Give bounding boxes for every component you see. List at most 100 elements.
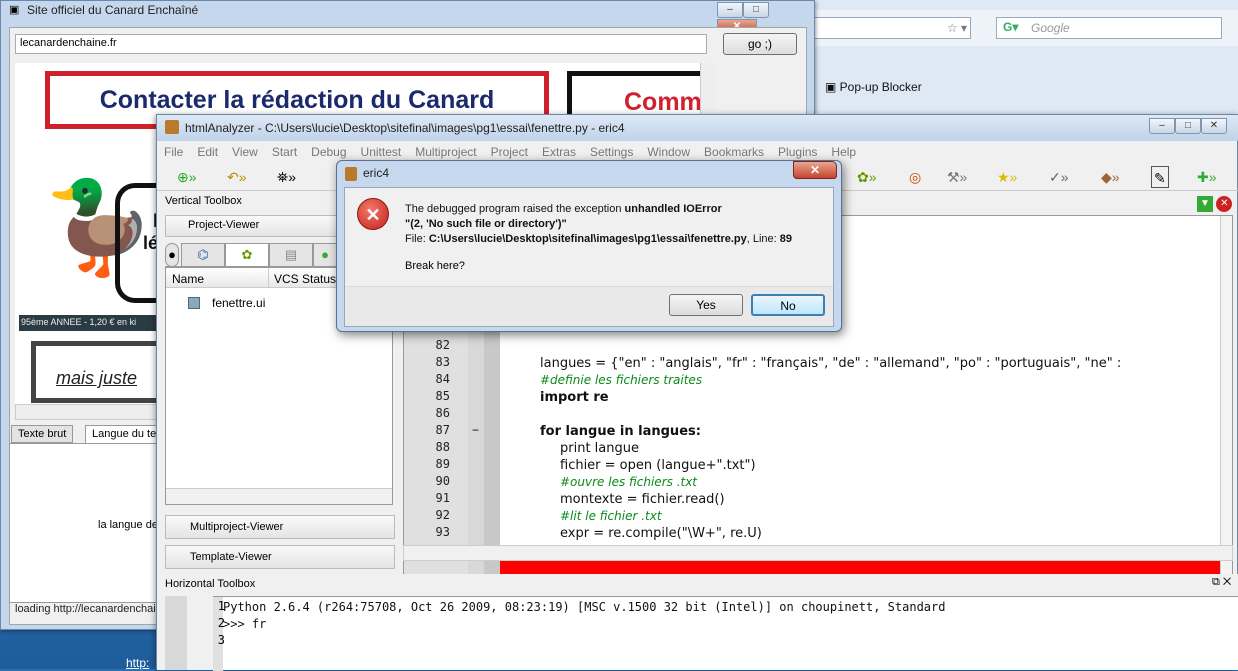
tree-item-fenettre[interactable]: fenettre.ui: [212, 296, 265, 310]
browser-address-bar[interactable]: ☆ ▾: [811, 17, 971, 39]
dropdown-icon[interactable]: ▼: [1197, 196, 1213, 212]
code-line-83: langues = {"en" : "anglais", "fr" : "fra…: [540, 356, 1122, 371]
line-number-value: 89: [779, 233, 793, 245]
dialog-close-button[interactable]: ✕: [793, 161, 837, 179]
file-path: C:\Users\lucie\Desktop\sitefinal\images\…: [428, 233, 747, 245]
popup-blocker-label: Pop-up Blocker: [839, 80, 922, 94]
menu-debug[interactable]: Debug: [304, 143, 353, 161]
column-vcs-status[interactable]: VCS Status: [274, 272, 336, 286]
dialog-title: eric4: [363, 166, 390, 180]
exception-name: unhandled IOError: [624, 203, 722, 215]
line-number: 87: [435, 423, 450, 437]
plugin-icon[interactable]: ◆»: [1101, 166, 1120, 188]
page-horizontal-scrollbar[interactable]: [15, 404, 163, 420]
sources-dot-icon[interactable]: ●: [165, 243, 179, 267]
language-text: la langue de: [98, 519, 158, 531]
line-number: 82: [435, 338, 450, 352]
no-button[interactable]: No: [751, 294, 825, 316]
mais-juste-box: mais juste: [31, 341, 161, 403]
tab-langue[interactable]: Langue du te: [85, 425, 164, 443]
menu-unittest[interactable]: Unittest: [354, 143, 409, 161]
eric-app-icon: [165, 120, 179, 134]
error-icon: ✕: [357, 198, 389, 230]
horizontal-toolbox-label: Horizontal Toolbox: [165, 578, 256, 590]
pencil-icon[interactable]: ✎: [1151, 166, 1169, 188]
popup-icon: ▣: [825, 80, 840, 94]
python-shell[interactable]: 1 2 3 Python 2.6.4 (r264:75708, Oct 26 2…: [213, 596, 1238, 671]
code-line-84: #definie les fichiers traites: [540, 373, 703, 387]
go-button[interactable]: go ;): [723, 33, 797, 55]
code-line-88: print langue: [560, 441, 639, 456]
tab-texte-brut[interactable]: Texte brut: [11, 425, 74, 443]
minimize-button[interactable]: –: [717, 2, 743, 18]
background-browser-window: ☆ ▾ G▾ Google ▣ Pop-up Blocker: [780, 0, 1238, 130]
column-separator: [268, 268, 269, 288]
eric-close-button[interactable]: ✕: [1201, 118, 1227, 134]
break-question: Break here?: [405, 260, 465, 272]
close-tab-icon[interactable]: ✕: [1216, 196, 1233, 212]
debug-icon[interactable]: ✿»: [857, 166, 877, 188]
menu-start[interactable]: Start: [265, 143, 304, 161]
line-number: 89: [435, 457, 450, 471]
star-bookmark-icon[interactable]: ★»: [997, 166, 1017, 188]
menu-bookmarks[interactable]: Bookmarks: [697, 143, 771, 161]
spellcheck-icon[interactable]: ✓»: [1049, 166, 1069, 188]
menu-plugins[interactable]: Plugins: [771, 143, 824, 161]
popup-blocker-item[interactable]: ▣ Pop-up Blocker: [825, 80, 922, 94]
yes-button[interactable]: Yes: [669, 294, 743, 316]
puzzle-icon[interactable]: ✚»: [1197, 166, 1217, 188]
resources-tab[interactable]: ▤: [269, 243, 313, 267]
shell-line-number: 1: [217, 599, 225, 613]
menu-edit[interactable]: Edit: [190, 143, 225, 161]
multiproject-viewer-header[interactable]: Multiproject-Viewer: [165, 515, 395, 539]
binoculars-icon[interactable]: ⛯»: [277, 166, 296, 188]
wrench-icon[interactable]: ⚒»: [947, 166, 967, 188]
code-line-87: for langue in langues:: [540, 424, 701, 439]
tree-horizontal-scrollbar[interactable]: [166, 488, 392, 504]
code-line-90: #ouvre les fichiers .txt: [560, 475, 698, 489]
line-number: 86: [435, 406, 450, 420]
undo-icon[interactable]: ↶»: [227, 166, 247, 188]
status-bar: loading http://lecanardenchaii: [15, 603, 159, 615]
menu-extras[interactable]: Extras: [535, 143, 583, 161]
eric-maximize-button[interactable]: □: [1175, 118, 1201, 134]
forms-tab[interactable]: ✿: [225, 243, 269, 267]
shell-banner: Python 2.6.4 (r264:75708, Oct 26 2009, 0…: [223, 600, 946, 614]
python-tab[interactable]: ⌬: [181, 243, 225, 267]
undock-icon[interactable]: ⧉ ✕: [1212, 576, 1231, 589]
star-icon[interactable]: ☆ ▾: [947, 21, 967, 35]
code-line-85: import re: [540, 390, 609, 405]
menu-multiproject[interactable]: Multiproject: [408, 143, 483, 161]
eric-minimize-button[interactable]: –: [1149, 118, 1175, 134]
menu-window[interactable]: Window: [640, 143, 697, 161]
mais-juste-link[interactable]: mais juste: [56, 368, 137, 389]
menu-settings[interactable]: Settings: [583, 143, 640, 161]
translations-tab[interactable]: ●: [313, 243, 337, 267]
horizontal-toolbox: Horizontal Toolbox ⧉ ✕ 1 2 3 Python 2.6.…: [157, 574, 1238, 671]
column-name[interactable]: Name: [172, 272, 204, 286]
line-number: 90: [435, 474, 450, 488]
maximize-button[interactable]: □: [743, 2, 769, 18]
line-number: 93: [435, 525, 450, 539]
template-viewer-header[interactable]: Template-Viewer: [165, 545, 395, 569]
code-line-92: #lit le fichier .txt: [560, 509, 662, 523]
message-prefix: The debugged program raised the exceptio…: [405, 203, 625, 215]
menu-file[interactable]: File: [157, 143, 190, 161]
url-input[interactable]: lecanardenchaine.fr: [15, 34, 707, 54]
line-prefix: , Line:: [746, 233, 780, 245]
fold-marker[interactable]: −: [472, 423, 479, 437]
eric-caption-buttons: – □ ✕: [1149, 117, 1227, 134]
window-title: Site officiel du Canard Enchaîné: [27, 3, 199, 17]
taskbar-link[interactable]: http:: [126, 656, 149, 670]
menu-help[interactable]: Help: [824, 143, 863, 161]
menu-view[interactable]: View: [225, 143, 265, 161]
code-line-89: fichier = open (langue+".txt"): [560, 458, 756, 473]
line-number: 91: [435, 491, 450, 505]
target-icon[interactable]: ◎: [909, 166, 921, 188]
editor-horizontal-scrollbar[interactable]: [403, 545, 1233, 561]
new-file-icon[interactable]: ⊕»: [177, 166, 197, 188]
menu-project[interactable]: Project: [484, 143, 535, 161]
eric-dialog-icon: [345, 167, 357, 181]
exception-detail: "(2, 'No such file or directory')": [405, 218, 567, 230]
browser-search-field[interactable]: G▾ Google: [996, 17, 1222, 39]
